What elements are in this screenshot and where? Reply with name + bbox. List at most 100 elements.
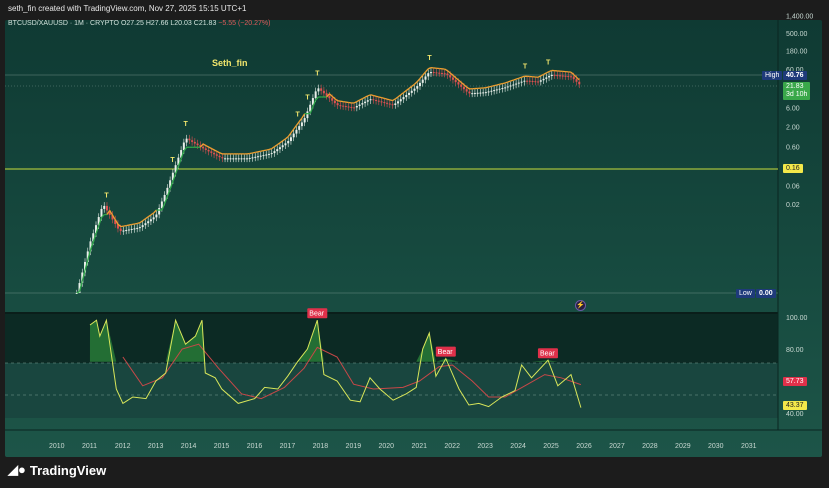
trailing-stop-line — [295, 121, 300, 126]
trailing-stop-line — [287, 132, 292, 137]
candle — [218, 155, 221, 158]
low-label: Low — [736, 289, 755, 298]
top-marker: T — [546, 60, 551, 67]
candle — [344, 106, 347, 108]
trailing-stop-line — [120, 225, 124, 228]
candle — [221, 157, 224, 159]
candle — [276, 149, 279, 152]
trailing-stop-line — [394, 96, 399, 100]
candle — [449, 75, 452, 78]
trailing-stop-line — [466, 86, 470, 90]
candle — [564, 75, 567, 77]
trailing-stop-line — [403, 90, 407, 94]
trailing-stop-line — [362, 96, 366, 100]
candle — [265, 154, 268, 156]
bar-countdown: 3d 10h — [786, 91, 808, 98]
candle — [410, 90, 413, 93]
trailing-stop-line — [392, 98, 396, 102]
candle — [490, 90, 493, 92]
trailing-stop-line — [334, 98, 339, 102]
candle — [254, 156, 257, 158]
trailing-stop-line — [496, 83, 500, 86]
trailing-stop-line — [493, 84, 498, 87]
candle — [429, 72, 432, 74]
candle — [270, 153, 273, 155]
trailing-stop-line — [260, 150, 264, 152]
time-tick: 2027 — [609, 443, 625, 450]
top-marker: T — [104, 193, 109, 200]
candle — [383, 102, 386, 104]
tradingview-logo[interactable]: ◢● TradingView — [8, 462, 106, 478]
candle — [306, 111, 309, 119]
trailing-stop-line — [136, 222, 141, 225]
trailing-stop-line — [400, 92, 404, 96]
trailing-stop-line — [274, 144, 278, 148]
chart-canvas[interactable]: 1,400.00500.00180.0060.006.002.000.600.0… — [0, 0, 829, 488]
candle — [482, 92, 485, 94]
trailing-stop-line — [444, 68, 448, 72]
candle — [366, 100, 369, 102]
trailing-stop-line — [293, 125, 297, 130]
candle — [125, 230, 128, 232]
trailing-stop-line — [411, 83, 415, 87]
lightning-icon[interactable]: ⚡ — [575, 300, 586, 311]
trailing-stop-line — [463, 84, 468, 88]
candle — [246, 158, 249, 160]
candle — [468, 91, 471, 94]
candle — [147, 221, 150, 224]
candle — [204, 148, 207, 150]
trailing-stop-line — [359, 98, 363, 101]
trailing-stop-line — [499, 82, 503, 85]
trailing-stop-line — [518, 76, 522, 79]
time-tick: 2026 — [576, 443, 592, 450]
trailing-stop-line — [405, 87, 410, 92]
candle — [377, 100, 380, 102]
candle — [427, 73, 430, 77]
bear-label: Bear — [309, 311, 324, 318]
trailing-stop-line — [216, 150, 220, 154]
time-tick: 2013 — [148, 443, 164, 450]
bear-label: Bear — [438, 349, 453, 356]
trailing-stop-line — [416, 78, 421, 83]
candle — [262, 155, 265, 157]
trailing-stop-line — [301, 113, 306, 119]
candle — [405, 94, 408, 98]
trailing-stop-line — [447, 70, 451, 74]
trailing-stop-line — [455, 77, 459, 81]
indicator-tick: 100.00 — [786, 315, 808, 322]
candle — [248, 157, 251, 159]
candle — [369, 99, 372, 101]
candle — [493, 90, 496, 92]
trailing-stop-line — [548, 69, 553, 73]
last-price: 21.83 — [786, 83, 804, 90]
candle — [421, 79, 424, 83]
candle — [122, 230, 125, 232]
trailing-stop-line — [266, 148, 270, 151]
trailing-stop-line — [546, 70, 550, 74]
candle — [295, 129, 298, 134]
trailing-stop-line — [219, 152, 223, 155]
candle — [224, 158, 227, 160]
trailing-stop-line — [422, 71, 426, 76]
trailing-stop-line — [255, 151, 259, 154]
trailing-stop-line — [389, 99, 393, 102]
candle — [550, 74, 553, 76]
trailing-stop-line — [570, 71, 575, 76]
trailing-stop-line — [282, 138, 286, 142]
candle — [438, 72, 441, 74]
trailing-stop-line — [513, 78, 517, 81]
price-tick: 6.00 — [786, 106, 800, 113]
osc-value-tag: 43.37 — [783, 401, 807, 410]
candle — [193, 141, 196, 144]
candle — [347, 106, 350, 108]
high-label: High — [762, 71, 783, 80]
brand-name: TradingView — [29, 462, 107, 478]
trailing-stop-line — [515, 77, 520, 80]
time-tick: 2012 — [115, 443, 131, 450]
candle — [353, 107, 356, 109]
trailing-stop-line — [458, 79, 462, 83]
indicator-tick: 80.00 — [786, 347, 804, 354]
candle — [303, 118, 306, 123]
trailing-stop-line — [356, 99, 360, 103]
candle — [402, 97, 405, 100]
